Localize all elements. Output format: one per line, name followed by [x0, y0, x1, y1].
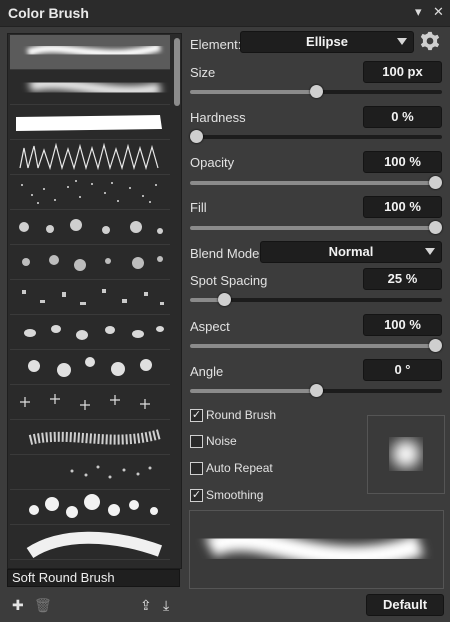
dropdown-arrow-icon[interactable]: ▾: [415, 4, 422, 20]
brush-preview-mesh: [28, 429, 162, 445]
hardness-label: Hardness: [190, 110, 246, 125]
import-icon[interactable]: ⤓: [163, 597, 169, 614]
opacity-label: Opacity: [190, 155, 235, 170]
opacity-value[interactable]: 100 %: [363, 151, 442, 173]
angle-value[interactable]: 0 °: [363, 359, 442, 381]
brush-preview-bubbles: [29, 494, 158, 518]
round-brush-label: Round Brush: [206, 408, 277, 422]
element-value: Ellipse: [306, 34, 348, 49]
auto-repeat-label: Auto Repeat: [206, 461, 273, 475]
export-icon[interactable]: ⇪: [140, 597, 152, 614]
brush-preview-hard: [16, 115, 162, 131]
noise-label: Noise: [206, 434, 237, 448]
noise-checkbox[interactable]: [190, 435, 203, 448]
brush-preview-snowflakes: [20, 394, 150, 410]
brush-tip-dot: [392, 440, 420, 468]
blend-mode-dropdown[interactable]: Normal: [260, 241, 442, 263]
gear-icon[interactable]: [420, 31, 440, 51]
size-value[interactable]: 100 px: [363, 61, 442, 83]
brush-preview-spheres: [19, 219, 163, 234]
brush-item-airbrush[interactable]: [10, 70, 170, 105]
brush-item-speckle[interactable]: [10, 175, 170, 210]
angle-label: Angle: [190, 364, 224, 379]
brush-item-flakes[interactable]: [10, 280, 170, 315]
brush-tip-preview: [367, 415, 445, 494]
blend-mode-label: Blend Mode:: [190, 246, 263, 261]
brush-preview-soft: [26, 43, 162, 58]
brush-preview-leaves: [24, 325, 164, 340]
spot-spacing-value[interactable]: 25 %: [363, 268, 442, 290]
close-icon[interactable]: ✕: [433, 4, 444, 20]
fill-fill: [190, 226, 436, 230]
element-label: Element:: [190, 37, 242, 52]
brush-item-soft-round[interactable]: [10, 35, 170, 70]
brush-preview-petals: [28, 357, 152, 377]
spot-spacing-label: Spot Spacing: [190, 273, 268, 288]
spot-spacing-knob[interactable]: [218, 293, 231, 306]
aspect-label: Aspect: [190, 319, 230, 334]
brush-preview-spheres-2: [22, 255, 163, 271]
brush-item-mesh[interactable]: [10, 420, 170, 455]
scroll-thumb[interactable]: [174, 38, 180, 106]
spot-spacing-slider[interactable]: [190, 293, 442, 306]
size-label: Size: [190, 65, 216, 80]
stroke-preview-curve: [204, 529, 424, 568]
title-bar: Color Brush ▾ ✕: [0, 0, 450, 27]
brush-preview-flakes: [22, 289, 164, 305]
fill-knob[interactable]: [429, 221, 442, 234]
brush-item-hard[interactable]: [10, 105, 170, 140]
brush-preview-scatter: [70, 465, 152, 479]
angle-fill: [190, 389, 316, 393]
brush-item-grass[interactable]: [10, 140, 170, 175]
hardness-slider[interactable]: [190, 130, 442, 143]
aspect-value[interactable]: 100 %: [363, 314, 442, 336]
chevron-down-icon: [397, 38, 407, 45]
smoothing-label: Smoothing: [206, 488, 264, 502]
window-title: Color Brush: [8, 5, 89, 21]
opacity-slider[interactable]: [190, 176, 442, 189]
brush-list-scrollbar[interactable]: [174, 36, 180, 564]
brush-preview-speckle: [21, 180, 157, 204]
brush-item-snowflakes[interactable]: [10, 385, 170, 420]
add-icon[interactable]: ✚: [12, 597, 24, 614]
hardness-value[interactable]: 0 %: [363, 106, 442, 128]
opacity-knob[interactable]: [429, 176, 442, 189]
brush-preview-airbrush: [28, 77, 162, 98]
brush-item-leaves[interactable]: [10, 315, 170, 350]
fill-label: Fill: [190, 200, 207, 215]
size-fill: [190, 90, 316, 94]
element-dropdown[interactable]: Ellipse: [240, 31, 414, 53]
default-button[interactable]: Default: [366, 594, 444, 616]
hardness-knob[interactable]: [190, 130, 203, 143]
size-knob[interactable]: [310, 85, 323, 98]
brush-item-scatter[interactable]: [10, 455, 170, 490]
brush-item-blobs[interactable]: [10, 525, 170, 560]
brush-list[interactable]: [7, 33, 182, 569]
brush-preview-blobs: [26, 531, 163, 559]
smoothing-checkbox[interactable]: ✓: [190, 489, 203, 502]
auto-repeat-checkbox[interactable]: [190, 462, 203, 475]
brush-preview-grass: [19, 142, 159, 171]
fill-value[interactable]: 100 %: [363, 196, 442, 218]
brush-item-spheres-2[interactable]: [10, 245, 170, 280]
brush-name-field[interactable]: Soft Round Brush: [7, 569, 180, 587]
brush-item-petals[interactable]: [10, 350, 170, 385]
angle-knob[interactable]: [310, 384, 323, 397]
stroke-preview: [189, 510, 444, 589]
blend-mode-value: Normal: [328, 244, 374, 259]
brush-item-spheres[interactable]: [10, 210, 170, 245]
aspect-knob[interactable]: [429, 339, 442, 352]
chevron-down-icon: [425, 248, 435, 255]
size-slider[interactable]: [190, 85, 442, 98]
fill-slider[interactable]: [190, 221, 442, 234]
round-brush-checkbox[interactable]: ✓: [190, 409, 203, 422]
opacity-fill: [190, 181, 436, 185]
trash-icon[interactable]: 🗑: [34, 597, 52, 614]
angle-slider[interactable]: [190, 384, 442, 397]
aspect-slider[interactable]: [190, 339, 442, 352]
brush-item-bubbles[interactable]: [10, 490, 170, 525]
aspect-fill: [190, 344, 436, 348]
